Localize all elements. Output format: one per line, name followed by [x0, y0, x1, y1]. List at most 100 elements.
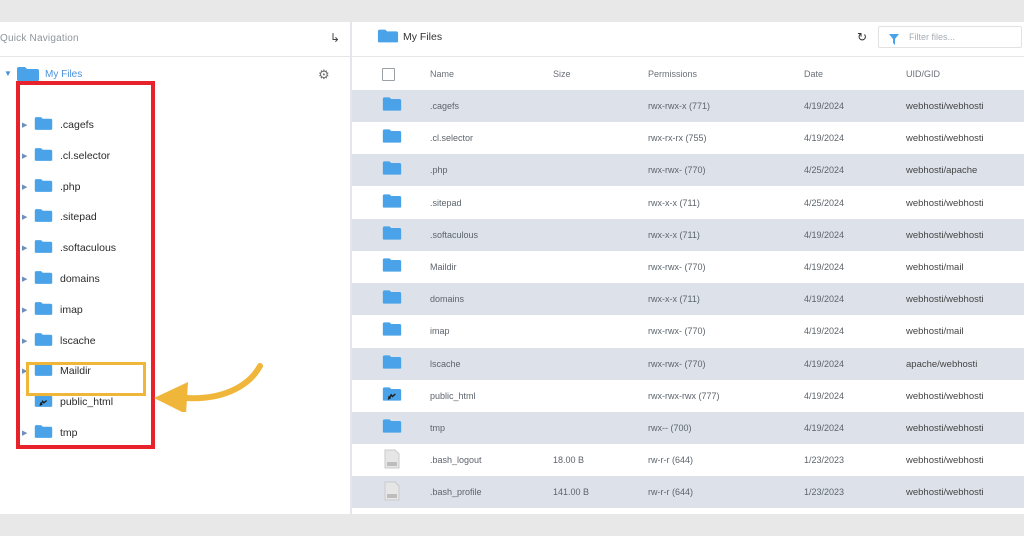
- tree-item-label: domains: [60, 273, 100, 285]
- folder-icon: [382, 96, 402, 117]
- folder-icon: [34, 116, 53, 136]
- return-arrow-icon[interactable]: ↳: [330, 31, 340, 45]
- caret-right-icon[interactable]: ▶: [22, 183, 27, 191]
- column-header-size[interactable]: Size: [553, 69, 571, 79]
- tree-item-label: lscache: [60, 334, 96, 347]
- table-row[interactable]: imap rwx-rwx- (770) 4/19/2024 webhosti/mail: [352, 315, 1024, 347]
- cell-name: public_html: [430, 390, 476, 401]
- cell-name: .php: [430, 165, 448, 176]
- folder-icon: [382, 354, 402, 375]
- cell-permissions: rw-r-r (644): [648, 487, 693, 498]
- table-row[interactable]: Maildir rwx-rwx- (770) 4/19/2024 webhosti/m…: [352, 251, 1024, 283]
- cell-uid: webhosti/mail: [906, 262, 964, 273]
- cell-date: 1/23/2023: [804, 455, 845, 466]
- folder-icon: [382, 418, 402, 439]
- cell-uid: webhosti/webhosti: [906, 294, 984, 306]
- cell-date: 4/25/2024: [804, 165, 845, 176]
- tree-item[interactable]: ▶ lscache: [22, 331, 140, 351]
- cell-size: 18.00 B: [553, 455, 585, 466]
- table-row[interactable]: .sitepad rwx-x-x (711) 4/25/2024 webhosti/w…: [352, 187, 1024, 219]
- tree-item[interactable]: ▶ .cl.selector: [22, 146, 140, 166]
- tree-item[interactable]: ▶ tmp: [22, 423, 140, 443]
- column-header-uid[interactable]: UID/GID: [906, 69, 940, 79]
- folder-icon: [34, 239, 53, 259]
- caret-right-icon[interactable]: ▶: [22, 152, 27, 160]
- caret-right-icon[interactable]: ▶: [22, 275, 27, 283]
- tree-item[interactable]: ▶ .softaculous: [22, 238, 140, 258]
- tree-item-label: .cagefs: [60, 119, 94, 131]
- cell-permissions: rwx-rwx- (770): [648, 165, 706, 176]
- cell-uid: webhosti/webhosti: [906, 455, 984, 467]
- tree-item[interactable]: ▶ domains: [22, 269, 140, 289]
- tree-item[interactable]: ▶ .cagefs: [22, 115, 140, 135]
- cell-name: .bash_logout: [430, 455, 482, 466]
- folder-icon: [377, 28, 399, 49]
- cell-name: domains: [430, 294, 465, 305]
- cell-permissions: rwx-rwx- (770): [648, 358, 706, 369]
- cell-permissions: rwx-rx-rx (755): [648, 133, 707, 144]
- quick-navigation-header: Quick Navigation ↳: [0, 22, 350, 57]
- column-header-date[interactable]: Date: [804, 69, 823, 79]
- table-row[interactable]: tmp rwx-- (700) 4/19/2024 webhosti/webhosti: [352, 412, 1024, 444]
- table-row[interactable]: .bash_logout 18.00 B rw-r-r (644) 1/23/2023…: [352, 444, 1024, 476]
- annotation-arrow-icon: [154, 363, 263, 412]
- cell-uid: webhosti/apache: [906, 165, 978, 177]
- table-row[interactable]: public_html rwx-rwx-rwx (777) 4/19/2024 web…: [352, 380, 1024, 412]
- quick-navigation-label: Quick Navigation: [0, 33, 79, 44]
- caret-right-icon[interactable]: ▶: [22, 244, 27, 252]
- file-table-header: Name Size Permissions Date UID/GID: [352, 58, 1024, 91]
- funnel-icon: [889, 32, 899, 50]
- cell-uid: webhosti/webhosti: [906, 101, 984, 112]
- folder-icon: [34, 270, 53, 290]
- cell-date: 4/19/2024: [804, 101, 845, 111]
- file-list-toolbar: My Files ↻: [352, 22, 1024, 57]
- cell-name: .bash_profile: [430, 487, 482, 498]
- cell-size: 141.00 B: [553, 487, 590, 498]
- cell-permissions: rwx-- (700): [648, 423, 692, 433]
- tree-item[interactable]: ▶ .php: [22, 177, 140, 197]
- table-row[interactable]: lscache rwx-rwx- (770) 4/19/2024 apache/web…: [352, 347, 1024, 380]
- quick-navigation-panel: Quick Navigation ↳ ▼ My Files ⚙ ▶ .cagefs…: [0, 22, 352, 514]
- table-row[interactable]: .bash_profile 141.00 B rw-r-r (644) 1/23/20…: [352, 476, 1024, 509]
- tree-item[interactable]: ▶ imap: [22, 300, 140, 320]
- table-row[interactable]: .cl.selector rwx-rx-rx (755) 4/19/2024 webh…: [352, 122, 1024, 154]
- tree-item-label: tmp: [60, 427, 78, 439]
- table-row[interactable]: .php rwx-rwx- (770) 4/25/2024 webhosti/apac…: [352, 154, 1024, 187]
- table-row[interactable]: .softaculous rwx-x-x (711) 4/19/2024 webhos…: [352, 218, 1024, 251]
- cell-date: 4/19/2024: [804, 262, 845, 272]
- tree-item-label: .sitepad: [60, 211, 97, 224]
- filter-files-input[interactable]: [909, 30, 1009, 44]
- table-row[interactable]: domains rwx-x-x (711) 4/19/2024 webhosti/we…: [352, 283, 1024, 316]
- tree-item[interactable]: ▶ .sitepad: [22, 207, 140, 227]
- folder-icon: [382, 321, 402, 342]
- cell-uid: apache/webhosti: [906, 358, 978, 370]
- caret-right-icon[interactable]: ▶: [22, 121, 27, 129]
- folder-icon: [34, 424, 53, 444]
- cell-uid: webhosti/webhosti: [906, 133, 984, 145]
- folder-icon: [382, 289, 402, 310]
- caret-right-icon[interactable]: ▶: [22, 429, 27, 437]
- filter-files-field[interactable]: [878, 26, 1022, 48]
- file-manager-window: Quick Navigation ↳ ▼ My Files ⚙ ▶ .cagefs…: [0, 22, 1024, 514]
- select-all-checkbox[interactable]: [382, 68, 395, 81]
- folder-icon: [34, 332, 53, 352]
- table-row[interactable]: .cagefs rwx-rwx-x (771) 4/19/2024 webhosti/…: [352, 90, 1024, 122]
- cell-uid: webhosti/webhosti: [906, 229, 984, 241]
- column-header-name[interactable]: Name: [430, 69, 454, 79]
- caret-right-icon[interactable]: ▶: [22, 337, 27, 345]
- folder-link-icon: [34, 393, 53, 413]
- caret-down-icon[interactable]: ▼: [4, 69, 12, 78]
- caret-right-icon[interactable]: ▶: [22, 306, 27, 314]
- column-header-permissions[interactable]: Permissions: [648, 69, 697, 79]
- refresh-icon[interactable]: ↻: [857, 30, 867, 44]
- cell-permissions: rwx-x-x (711): [648, 229, 700, 240]
- gear-icon[interactable]: ⚙: [318, 67, 330, 83]
- folder-icon: [382, 257, 402, 278]
- folder-icon: [382, 128, 402, 149]
- cell-name: lscache: [430, 358, 461, 369]
- cell-permissions: rwx-rwx-rwx (777): [648, 390, 720, 401]
- caret-right-icon[interactable]: ▶: [22, 213, 27, 221]
- cell-date: 4/19/2024: [804, 423, 845, 433]
- cell-uid: webhosti/webhosti: [906, 423, 984, 434]
- cell-name: .cagefs: [430, 101, 460, 111]
